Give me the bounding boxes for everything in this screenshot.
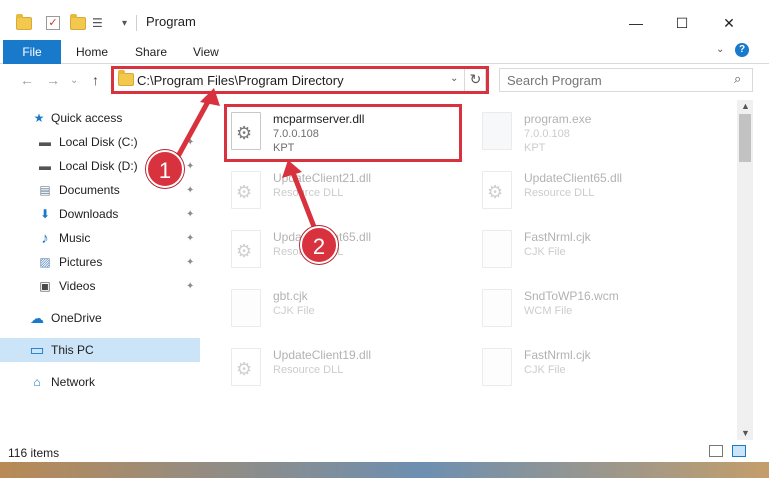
arrow-1-line: [173, 96, 213, 162]
desktop-background: [0, 462, 769, 478]
callout-2: 2: [300, 226, 338, 264]
callout-1: 1: [146, 150, 184, 188]
annotation-arrows: [173, 88, 319, 233]
arrow-2-line: [289, 169, 319, 233]
arrow-1-head: [200, 88, 220, 106]
